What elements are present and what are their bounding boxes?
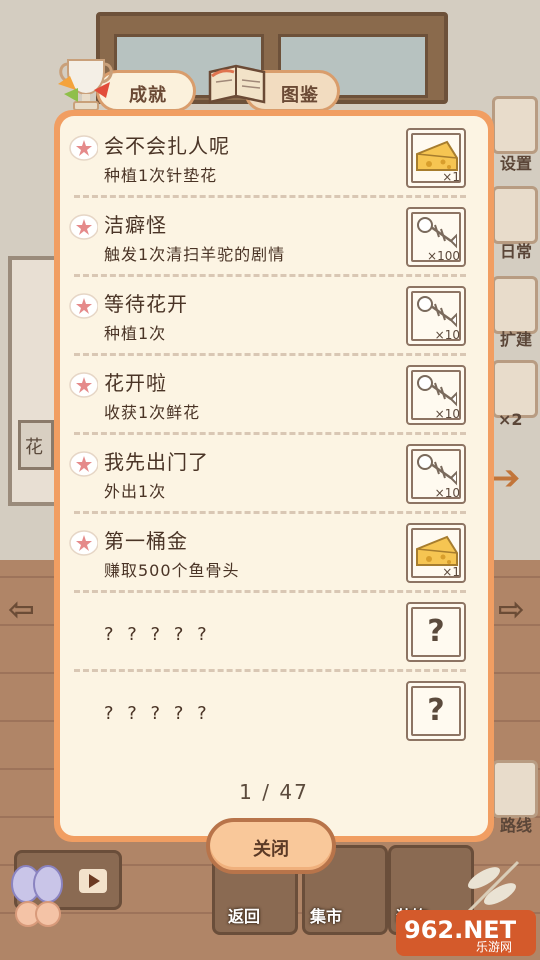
achievement-desc: 种植1次 — [104, 324, 167, 343]
right-arrow-icon[interactable]: ➔ — [492, 458, 521, 498]
daily-button[interactable] — [492, 186, 538, 244]
achievement-desc: 种植1次针垫花 — [104, 166, 218, 185]
list-item: 等待花开 种植1次 ×10 — [66, 278, 474, 356]
expand-label: 扩建 — [500, 330, 533, 349]
close-button[interactable]: 关闭 — [206, 818, 336, 874]
tab-atlas-label: 图鉴 — [281, 85, 319, 106]
speed-label: ×2 — [498, 410, 523, 429]
achievement-list: 会不会扎人呢 种植1次针垫花 ×1 洁癖怪 触发1次清扫羊驼的剧情 ×100 等… — [60, 116, 488, 836]
list-item: 洁癖怪 触发1次清扫羊驼的剧情 ×100 — [66, 199, 474, 277]
list-item-locked: ? ? ? ? ? ? — [66, 673, 474, 751]
reward-count: ×100 — [427, 249, 460, 263]
trophy-icon — [58, 59, 113, 111]
achievement-desc: 外出1次 — [104, 482, 167, 501]
reward-box: ×10 — [406, 365, 466, 425]
reward-count: ×10 — [434, 328, 460, 342]
route-label: 路线 — [500, 816, 533, 835]
list-item: 会不会扎人呢 种植1次针垫花 ×1 — [66, 120, 474, 198]
reward-box: ×10 — [406, 444, 466, 504]
reward-box: ×1 — [406, 128, 466, 188]
reward-box-locked: ? — [406, 681, 466, 741]
reward-count: ×10 — [434, 486, 460, 500]
list-item-locked: ? ? ? ? ? ? — [66, 594, 474, 672]
divider — [74, 353, 466, 356]
back-label: 返回 — [228, 907, 261, 926]
tab-achievements-label: 成就 — [129, 85, 167, 106]
play-icon — [79, 869, 107, 893]
reward-count: ×10 — [434, 407, 460, 421]
list-item: 第一桶金 赚取500个鱼骨头 ×1 — [66, 515, 474, 593]
achievement-desc: 收获1次鲜花 — [104, 403, 201, 422]
settings-button[interactable] — [492, 96, 538, 154]
divider — [74, 590, 466, 593]
achievement-title-hidden: ? ? ? ? ? — [104, 624, 211, 645]
flower-badge-icon — [69, 372, 98, 398]
fishbone-icon — [417, 375, 457, 407]
achievement-title: 会不会扎人呢 — [104, 134, 230, 158]
fishbone-icon — [417, 296, 457, 328]
achievement-title: 花开啦 — [104, 371, 167, 395]
reward-box: ×10 — [406, 286, 466, 346]
divider — [74, 274, 466, 277]
cheese-icon — [416, 535, 458, 566]
butterfly-icon — [11, 865, 63, 927]
divider — [74, 669, 466, 672]
achievement-title: 第一桶金 — [104, 529, 188, 553]
achievement-desc: 赚取500个鱼骨头 — [104, 561, 240, 580]
scene-left-arrow-icon[interactable]: ⇦ — [8, 590, 35, 628]
reward-box: ×1 — [406, 523, 466, 583]
divider — [74, 195, 466, 198]
list-item: 花开啦 收获1次鲜花 ×10 — [66, 357, 474, 435]
list-item: 我先出门了 外出1次 ×10 — [66, 436, 474, 514]
page-indicator: 1 / 47 — [239, 780, 309, 804]
divider — [74, 432, 466, 435]
shelf-label: 花 — [18, 420, 54, 470]
reward-count: ×1 — [442, 565, 460, 579]
flower-badge-icon — [69, 214, 98, 240]
achievement-desc: 触发1次清扫羊驼的剧情 — [104, 245, 286, 264]
route-button[interactable] — [492, 760, 538, 818]
reward-count: ×1 — [442, 170, 460, 184]
fishbone-icon — [417, 217, 457, 249]
watermark-logo: 962.NET — [396, 910, 536, 956]
daily-label: 日常 — [500, 242, 533, 261]
flower-badge-icon — [69, 293, 98, 319]
achievement-title: 我先出门了 — [104, 450, 209, 474]
achievement-title: 等待花开 — [104, 292, 188, 316]
close-label: 关闭 — [253, 839, 289, 860]
market-label: 集市 — [310, 907, 343, 926]
achievement-title: 洁癖怪 — [104, 213, 167, 237]
achievement-panel: 会不会扎人呢 种植1次针垫花 ×1 洁癖怪 触发1次清扫羊驼的剧情 ×100 等… — [54, 110, 494, 842]
reward-box-locked: ? — [406, 602, 466, 662]
settings-label: 设置 — [500, 154, 533, 173]
flower-badge-icon — [69, 451, 98, 477]
flower-badge-icon — [69, 135, 98, 161]
book-icon — [208, 64, 266, 104]
question-mark-icon: ? — [427, 614, 445, 649]
cheese-icon — [416, 140, 458, 171]
fishbone-icon — [417, 454, 457, 486]
flower-badge-icon — [69, 530, 98, 556]
question-mark-icon: ? — [427, 693, 445, 728]
scene-right-arrow-icon[interactable]: ⇨ — [498, 590, 525, 628]
divider — [74, 511, 466, 514]
watermark-sub: 乐游网 — [476, 940, 513, 954]
achievement-title-hidden: ? ? ? ? ? — [104, 703, 211, 724]
reward-box: ×100 — [406, 207, 466, 267]
